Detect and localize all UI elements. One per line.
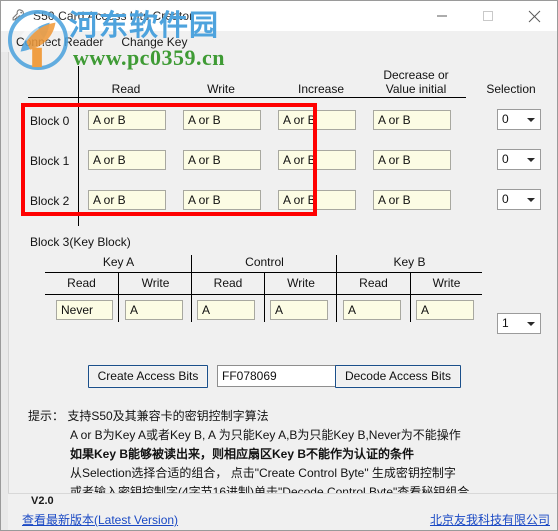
block3-selection-value: 1 — [502, 316, 509, 330]
column-header-write: Write — [207, 82, 235, 96]
block3-subheader-keya-write: Write — [141, 276, 170, 290]
minimize-icon[interactable] — [419, 1, 465, 31]
column-header-selection: Selection — [486, 82, 536, 96]
block0-read-field[interactable]: A or B — [88, 110, 166, 130]
row-label-block-1: Block 1 — [30, 154, 70, 168]
client-area: Read Write Increase Decrease or Value in… — [1, 52, 557, 530]
column-header-read: Read — [111, 82, 141, 96]
block3-group-key-b: Key B — [393, 255, 426, 269]
title-bar: S50 Card Access bits Creator — [1, 1, 557, 31]
block2-write-field[interactable]: A or B — [183, 190, 261, 210]
column-header-increase: Increase — [297, 82, 345, 96]
chevron-down-icon — [527, 198, 535, 202]
block3-keya-read-field[interactable]: Never — [56, 300, 113, 320]
version-label: V2.0 — [31, 495, 54, 507]
block3-vline-5 — [410, 272, 411, 322]
decode-access-bits-button[interactable]: Decode Access Bits — [335, 365, 461, 388]
company-link[interactable]: 北京友我科技有限公司 — [430, 511, 550, 528]
block3-group-title: Block 3(Key Block) — [30, 235, 131, 249]
status-bar: V2.0 查看最新版本(Latest Version) 北京友我科技有限公司 — [8, 493, 557, 530]
window-title: S50 Card Access bits Creator — [33, 9, 194, 23]
block3-subheader-ctrl-read: Read — [213, 276, 243, 290]
help-text-block: 提示： 支持S50及其兼容卡的密钥控制字算法 A or B为Key A或者Key… — [28, 407, 538, 502]
block0-write-field[interactable]: A or B — [183, 110, 261, 130]
block1-decrease-field[interactable]: A or B — [373, 150, 451, 170]
block1-selection-dropdown[interactable]: 0 — [497, 149, 541, 170]
block0-selection-dropdown[interactable]: 0 — [497, 109, 541, 130]
block3-keya-write-field[interactable]: A — [125, 300, 183, 320]
maximize-icon[interactable] — [465, 1, 511, 31]
access-bits-hex-field[interactable]: FF078069 — [217, 365, 347, 387]
help-line-1: 提示： 支持S50及其兼容卡的密钥控制字算法 — [28, 409, 269, 423]
window-controls — [419, 1, 557, 31]
block2-increase-field[interactable]: A or B — [278, 190, 356, 210]
block3-vline-1 — [118, 272, 119, 322]
help-line-2: A or B为Key A或者Key B, A 为只能Key A,B为只能Key … — [70, 428, 461, 442]
block3-subheader-ctrl-write: Write — [287, 276, 315, 290]
block3-grid: Key A Control Key B Read Write Read Writ… — [45, 255, 482, 340]
block0-decrease-field[interactable]: A or B — [373, 110, 451, 130]
block2-decrease-field[interactable]: A or B — [373, 190, 451, 210]
app-window: S50 Card Access bits Creator Connect Rea… — [0, 0, 558, 531]
left-edge-strip — [1, 52, 9, 530]
block-label-divider-line — [78, 66, 79, 226]
block2-selection-value: 0 — [502, 192, 509, 206]
create-access-bits-button[interactable]: Create Access Bits — [88, 365, 208, 388]
menu-item-connect-reader[interactable]: Connect Reader — [10, 33, 109, 51]
menu-bar: Connect Reader Change Key — [1, 31, 557, 52]
block3-vline-3 — [264, 272, 265, 322]
block1-selection-value: 0 — [502, 152, 509, 166]
help-line-4: 从Selection选择合适的组合， 点击"Create Control Byt… — [70, 466, 456, 480]
block3-ctrl-read-field[interactable]: A — [197, 300, 255, 320]
latest-version-link[interactable]: 查看最新版本(Latest Version) — [22, 511, 178, 528]
block1-increase-field[interactable]: A or B — [278, 150, 356, 170]
menu-item-change-key[interactable]: Change Key — [115, 33, 193, 51]
block3-group-control: Control — [245, 255, 284, 269]
block0-increase-field[interactable]: A or B — [278, 110, 356, 130]
app-key-icon — [10, 8, 26, 24]
row-label-block-0: Block 0 — [30, 114, 70, 128]
chevron-down-icon — [527, 158, 535, 162]
block3-vline-2 — [191, 255, 192, 322]
block3-subheader-keyb-write: Write — [432, 276, 461, 290]
chevron-down-icon — [527, 322, 535, 326]
block3-group-key-a: Key A — [102, 255, 135, 269]
block0-selection-value: 0 — [502, 112, 509, 126]
chevron-down-icon — [527, 118, 535, 122]
close-icon[interactable] — [511, 1, 557, 31]
header-divider-line — [28, 97, 466, 98]
block3-ctrl-write-field[interactable]: A — [270, 300, 328, 320]
help-line-3: 如果Key B能够被读出来，则相应扇区Key B不能作为认证的条件 — [70, 447, 415, 461]
block3-keyb-write-field[interactable]: A — [416, 300, 474, 320]
block3-subheader-keyb-read: Read — [359, 276, 388, 290]
row-label-block-2: Block 2 — [30, 194, 70, 208]
block1-write-field[interactable]: A or B — [183, 150, 261, 170]
block1-read-field[interactable]: A or B — [88, 150, 166, 170]
block3-keyb-read-field[interactable]: A — [343, 300, 401, 320]
column-header-decrease: Decrease or Value initial — [383, 68, 449, 96]
block2-selection-dropdown[interactable]: 0 — [497, 189, 541, 210]
block3-vline-4 — [336, 255, 337, 322]
block2-read-field[interactable]: A or B — [88, 190, 166, 210]
block3-subheader-keya-read: Read — [67, 276, 96, 290]
block3-selection-dropdown[interactable]: 1 — [497, 313, 541, 334]
